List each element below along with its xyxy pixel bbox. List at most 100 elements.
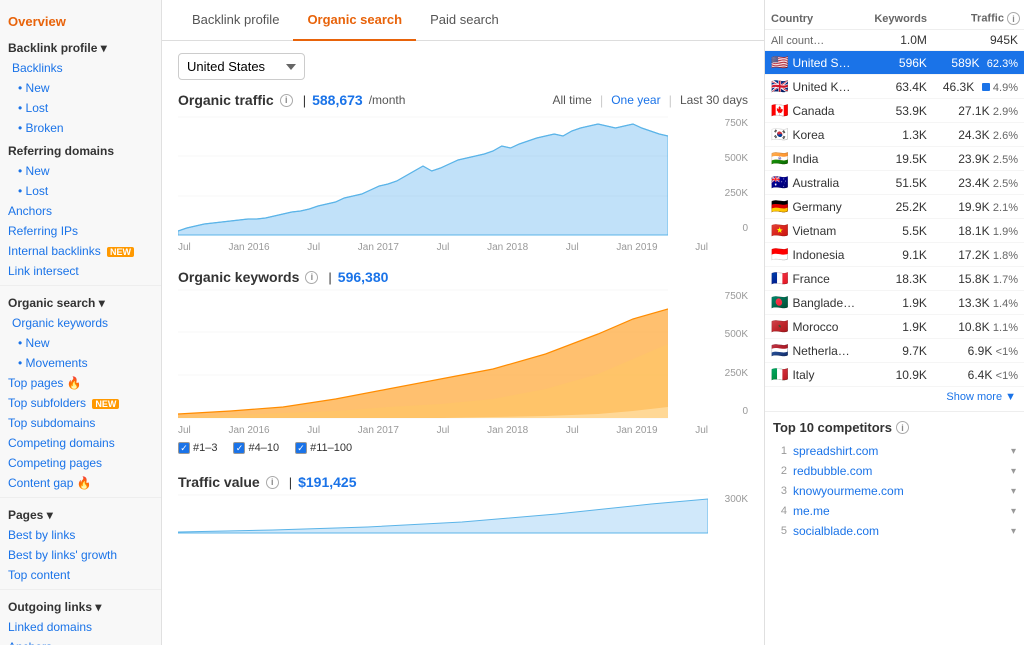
us-traffic: 589K 62.3% xyxy=(933,51,1024,75)
country-row-ca[interactable]: 🇨🇦Canada 53.9K 27.1K 2.9% xyxy=(765,99,1024,123)
sidebar-link-referring-ips[interactable]: Referring IPs xyxy=(0,221,161,241)
country-row-fr[interactable]: 🇫🇷France 18.3K 15.8K 1.7% xyxy=(765,267,1024,291)
sidebar-link-outgoing-anchors[interactable]: Anchors xyxy=(0,637,161,645)
organic-keywords-section: Organic keywords i | 596,380 xyxy=(162,269,764,466)
checkbox-1-3[interactable]: #1–3 xyxy=(178,442,217,454)
col-header-keywords: Keywords xyxy=(865,8,932,30)
competitors-section: Top 10 competitors i 1 spreadshirt.com ▾… xyxy=(765,411,1024,549)
country-row-in[interactable]: 🇮🇳India 19.5K 23.9K 2.5% xyxy=(765,147,1024,171)
sidebar: Overview Backlink profile ▾ Backlinks Ne… xyxy=(0,0,162,645)
sidebar-link-organic-keywords[interactable]: Organic keywords xyxy=(0,313,161,333)
sidebar-link-competing-pages[interactable]: Competing pages xyxy=(0,453,161,473)
country-row-ma[interactable]: 🇲🇦Morocco 1.9K 10.8K 1.1% xyxy=(765,315,1024,339)
country-row-de[interactable]: 🇩🇪Germany 25.2K 19.9K 2.1% xyxy=(765,195,1024,219)
country-name-us: 🇺🇸 United S… xyxy=(765,51,865,75)
traffic-value-value: $191,425 xyxy=(298,474,356,490)
organic-traffic-info-icon[interactable]: i xyxy=(280,94,293,107)
country-table: Country Keywords Traffic i All count… 1.… xyxy=(765,8,1024,387)
organic-keywords-chart: 750K 500K 250K 0 xyxy=(178,289,748,419)
tab-paid-search[interactable]: Paid search xyxy=(416,0,513,41)
us-keywords: 596K xyxy=(865,51,932,75)
checkbox-11-100[interactable]: #11–100 xyxy=(295,442,352,454)
sidebar-link-top-subdomains[interactable]: Top subdomains xyxy=(0,413,161,433)
country-row-id[interactable]: 🇮🇩Indonesia 9.1K 17.2K 1.8% xyxy=(765,243,1024,267)
country-row-bd[interactable]: 🇧🇩Banglade… 1.9K 13.3K 1.4% xyxy=(765,291,1024,315)
sidebar-outgoing-links[interactable]: Outgoing links ▾ xyxy=(0,594,161,617)
all-countries-keywords: 1.0M xyxy=(865,30,932,51)
sidebar-link-backlinks[interactable]: Backlinks xyxy=(0,58,161,78)
country-row-us[interactable]: 🇺🇸 United S… 596K 589K 62.3% xyxy=(765,51,1024,75)
organic-traffic-chart: 750K 500K 250K 0 xyxy=(178,116,748,236)
main-content: Backlink profile Organic search Paid sea… xyxy=(162,0,764,645)
keywords-chart-y-labels: 750K 500K 250K 0 xyxy=(708,289,748,419)
checkbox-4-10[interactable]: #4–10 xyxy=(233,442,279,454)
traffic-value-info-icon[interactable]: i xyxy=(266,476,279,489)
time-filter-all[interactable]: All time xyxy=(552,93,591,107)
sidebar-link-link-intersect[interactable]: Link intersect xyxy=(0,261,161,281)
sidebar-link-linked-domains[interactable]: Linked domains xyxy=(0,617,161,637)
sidebar-link-competing-domains[interactable]: Competing domains xyxy=(0,433,161,453)
sidebar-link-best-by-links[interactable]: Best by links xyxy=(0,525,161,545)
tabs-bar: Backlink profile Organic search Paid sea… xyxy=(162,0,764,41)
competitors-info-icon[interactable]: i xyxy=(896,421,909,434)
show-more-countries[interactable]: Show more ▼ xyxy=(765,387,1024,407)
country-row-vn[interactable]: 🇻🇳Vietnam 5.5K 18.1K 1.9% xyxy=(765,219,1024,243)
organic-traffic-title: Organic traffic i | 588,673 /month xyxy=(178,92,405,108)
sidebar-link-best-by-links-growth[interactable]: Best by links' growth xyxy=(0,545,161,565)
organic-traffic-unit: /month xyxy=(369,93,406,107)
country-row-nl[interactable]: 🇳🇱Netherla… 9.7K 6.9K <1% xyxy=(765,339,1024,363)
traffic-chart-y-labels: 750K 500K 250K 0 xyxy=(708,116,748,236)
country-row-uk[interactable]: 🇬🇧United K… 63.4K 46.3K 4.9% xyxy=(765,75,1024,99)
sidebar-link-lost-backlinks[interactable]: Lost xyxy=(0,98,161,118)
traffic-value-title: Traffic value i | $191,425 xyxy=(178,474,748,490)
sidebar-link-broken-backlinks[interactable]: Broken xyxy=(0,118,161,138)
right-panel: Country Keywords Traffic i All count… 1.… xyxy=(764,0,1024,645)
sidebar-link-new-ok[interactable]: New xyxy=(0,333,161,353)
country-select[interactable]: United States All countries United Kingd… xyxy=(178,53,305,80)
sidebar-link-movements[interactable]: Movements xyxy=(0,353,161,373)
sidebar-overview[interactable]: Overview xyxy=(0,8,161,35)
tab-backlink-profile[interactable]: Backlink profile xyxy=(178,0,293,41)
competitor-row-2[interactable]: 2 redbubble.com ▾ xyxy=(773,461,1016,481)
all-countries-name: All count… xyxy=(765,30,865,51)
organic-keywords-value: 596,380 xyxy=(338,269,389,285)
time-filter-30-days[interactable]: Last 30 days xyxy=(680,93,748,107)
col-header-traffic: Traffic i xyxy=(933,8,1024,30)
organic-keywords-info-icon[interactable]: i xyxy=(305,271,318,284)
sidebar-link-new-backlinks[interactable]: New xyxy=(0,78,161,98)
sidebar-pages[interactable]: Pages ▾ xyxy=(0,502,161,525)
sidebar-link-lost-rd[interactable]: Lost xyxy=(0,181,161,201)
sidebar-backlink-profile[interactable]: Backlink profile ▾ xyxy=(0,35,161,58)
sidebar-link-top-content[interactable]: Top content xyxy=(0,565,161,585)
traffic-col-info-icon[interactable]: i xyxy=(1007,12,1020,25)
organic-keywords-title: Organic keywords i | 596,380 xyxy=(178,269,748,285)
sidebar-link-internal-backlinks[interactable]: Internal backlinks NEW xyxy=(0,241,161,261)
competitor-row-1[interactable]: 1 spreadshirt.com ▾ xyxy=(773,441,1016,461)
competitor-row-3[interactable]: 3 knowyourmeme.com ▾ xyxy=(773,481,1016,501)
sidebar-referring-domains[interactable]: Referring domains xyxy=(0,138,161,161)
competitor-row-5[interactable]: 5 socialblade.com ▾ xyxy=(773,521,1016,541)
traffic-chart-x-labels: Jul Jan 2016 Jul Jan 2017 Jul Jan 2018 J… xyxy=(178,240,708,253)
organic-traffic-value: 588,673 xyxy=(312,92,363,108)
sidebar-link-anchors[interactable]: Anchors xyxy=(0,201,161,221)
tab-organic-search[interactable]: Organic search xyxy=(293,0,416,41)
country-row-it[interactable]: 🇮🇹Italy 10.9K 6.4K <1% xyxy=(765,363,1024,387)
competitors-title: Top 10 competitors i xyxy=(773,420,1016,435)
all-countries-row[interactable]: All count… 1.0M 945K xyxy=(765,30,1024,51)
keywords-checkboxes: #1–3 #4–10 #11–100 xyxy=(178,442,748,454)
time-filters: All time | One year | Last 30 days xyxy=(552,93,748,108)
sidebar-link-top-pages[interactable]: Top pages 🔥 xyxy=(0,373,161,393)
sidebar-link-new-rd[interactable]: New xyxy=(0,161,161,181)
competitor-row-4[interactable]: 4 me.me ▾ xyxy=(773,501,1016,521)
col-header-country: Country xyxy=(765,8,865,30)
organic-traffic-section: Organic traffic i | 588,673 /month All t… xyxy=(162,92,764,265)
traffic-value-section: Traffic value i | $191,425 300K xyxy=(162,474,764,546)
sidebar-link-content-gap[interactable]: Content gap 🔥 xyxy=(0,473,161,493)
country-row-kr[interactable]: 🇰🇷Korea 1.3K 24.3K 2.6% xyxy=(765,123,1024,147)
time-filter-one-year[interactable]: One year xyxy=(611,93,660,107)
country-row-au[interactable]: 🇦🇺Australia 51.5K 23.4K 2.5% xyxy=(765,171,1024,195)
sidebar-organic-search[interactable]: Organic search ▾ xyxy=(0,290,161,313)
country-selector-wrapper: United States All countries United Kingd… xyxy=(162,41,764,92)
sidebar-link-top-subfolders[interactable]: Top subfolders NEW xyxy=(0,393,161,413)
all-countries-traffic: 945K xyxy=(933,30,1024,51)
